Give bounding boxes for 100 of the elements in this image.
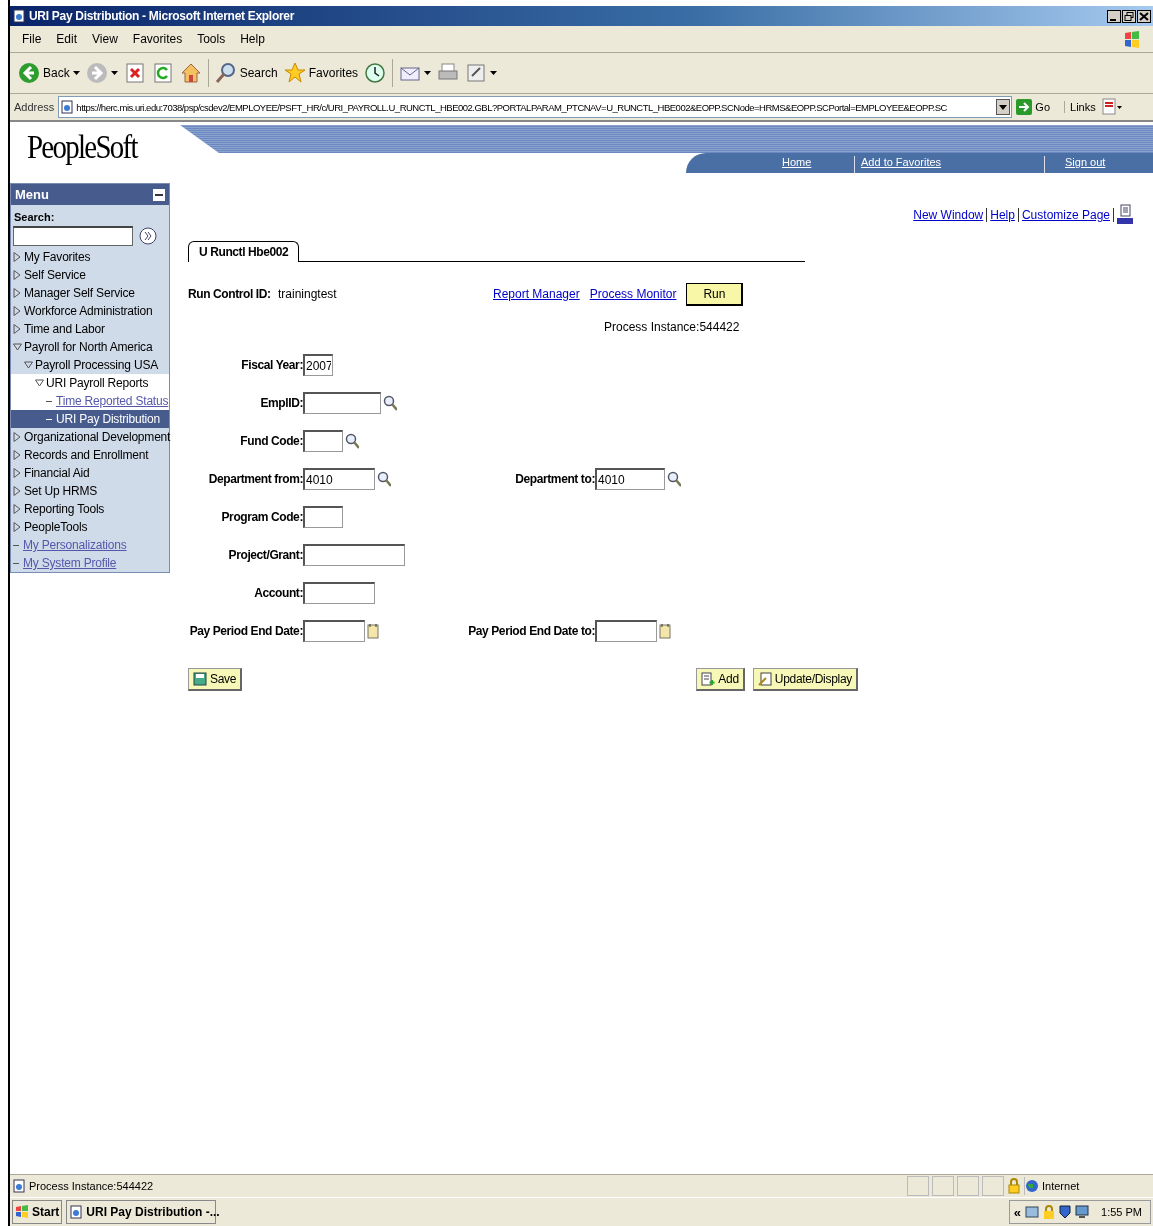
- menu-item[interactable]: Payroll for North America: [11, 338, 169, 356]
- save-button[interactable]: Save: [188, 668, 243, 691]
- windows-logo-icon[interactable]: [15, 1205, 29, 1219]
- menu-item[interactable]: View: [92, 32, 118, 46]
- search-icon[interactable]: [214, 62, 237, 84]
- collapse-icon[interactable]: [153, 188, 165, 201]
- field-label: Pay Period End Date:: [188, 624, 303, 638]
- taskbar-button[interactable]: URI Pay Distribution -...: [66, 1200, 217, 1224]
- caret-icon[interactable]: [424, 71, 432, 75]
- pencil-page-icon[interactable]: [757, 672, 772, 686]
- globe-icon[interactable]: [1025, 1179, 1039, 1193]
- calendar-icon[interactable]: [659, 623, 671, 639]
- window-title: URI Pay Distribution - Microsoft Internet Explorer: [29, 9, 296, 23]
- document-icon[interactable]: [1099, 98, 1122, 116]
- minimize-icon[interactable]: [1107, 9, 1121, 23]
- page-icon[interactable]: [12, 9, 26, 23]
- menu-item[interactable]: Reporting Tools: [11, 500, 169, 518]
- menu-item[interactable]: Workforce Administration: [11, 302, 169, 320]
- zone-label: Internet: [1024, 1177, 1151, 1195]
- go-button[interactable]: Go: [1016, 99, 1051, 115]
- menu-item[interactable]: Payroll Processing USA: [11, 356, 169, 374]
- page-link[interactable]: Help: [990, 208, 1015, 222]
- page-link[interactable]: New Window: [913, 208, 984, 222]
- toolbar-button[interactable]: Favorites: [283, 62, 359, 84]
- toolbar-button[interactable]: Back: [18, 62, 80, 84]
- menu-item[interactable]: Tools: [197, 32, 226, 46]
- dropdown-icon[interactable]: [996, 99, 1011, 115]
- search-field[interactable]: [13, 226, 133, 246]
- search-icon[interactable]: [667, 471, 681, 487]
- report-link[interactable]: Process Monitor: [589, 287, 677, 301]
- go-arrows-icon[interactable]: [139, 227, 157, 245]
- start-button[interactable]: Start: [12, 1200, 63, 1224]
- input-field[interactable]: [303, 392, 381, 414]
- add-button[interactable]: Add: [696, 668, 745, 691]
- page-link[interactable]: Customize Page: [1021, 208, 1110, 222]
- nav-link[interactable]: Home: [776, 156, 854, 173]
- menu-item[interactable]: PeopleTools: [11, 518, 169, 536]
- input-field[interactable]: [303, 620, 365, 642]
- caret-icon[interactable]: [490, 71, 498, 75]
- refresh-icon[interactable]: [151, 62, 174, 84]
- menu-item[interactable]: Set Up HRMS: [11, 482, 169, 500]
- caret-icon[interactable]: [72, 71, 80, 75]
- calendar-icon[interactable]: [367, 623, 379, 639]
- toolbar-button[interactable]: Search: [214, 62, 278, 84]
- report-link[interactable]: Report Manager: [493, 287, 580, 301]
- menu-item[interactable]: My System Profile: [11, 554, 169, 572]
- menu-item[interactable]: Manager Self Service: [11, 284, 169, 302]
- links-button[interactable]: Links: [1064, 101, 1096, 113]
- shield-icon[interactable]: [1059, 1205, 1072, 1219]
- caret-icon[interactable]: [110, 71, 118, 75]
- input-field[interactable]: [303, 506, 343, 528]
- toolbar-button[interactable]: [465, 62, 498, 84]
- input-field[interactable]: [303, 582, 375, 604]
- search-icon[interactable]: [377, 471, 391, 487]
- run-button[interactable]: Run: [686, 282, 744, 306]
- menu-item[interactable]: Organizational Development: [11, 428, 169, 446]
- back-icon[interactable]: [18, 62, 40, 84]
- field-label: Project/Grant:: [227, 548, 303, 562]
- search-icon[interactable]: [383, 395, 397, 411]
- search-icon[interactable]: [345, 433, 359, 449]
- menu-item[interactable]: Help: [240, 32, 265, 46]
- close-icon[interactable]: [1137, 9, 1151, 23]
- menu-item[interactable]: File: [22, 32, 42, 46]
- toolbar-button[interactable]: [85, 62, 118, 84]
- edit-icon[interactable]: [465, 62, 488, 84]
- input-field[interactable]: [303, 430, 343, 452]
- menu-item[interactable]: Time and Labor: [11, 320, 169, 338]
- menu-item[interactable]: Records and Enrollment: [11, 446, 169, 464]
- update-button[interactable]: Update/Display: [752, 668, 858, 691]
- address-label: Address: [14, 101, 55, 113]
- input-field[interactable]: 4010: [595, 468, 665, 490]
- history-icon[interactable]: [364, 62, 387, 84]
- restore-icon[interactable]: [1122, 9, 1136, 23]
- menu-item[interactable]: URI Payroll Reports: [11, 374, 169, 392]
- input-field[interactable]: [595, 620, 657, 642]
- menu-item[interactable]: Financial Aid: [11, 464, 169, 482]
- monitor-icon[interactable]: [1075, 1205, 1090, 1219]
- add-page-icon[interactable]: [701, 672, 716, 686]
- tab[interactable]: U Runctl Hbe002: [188, 241, 300, 262]
- status-pane: [982, 1176, 1004, 1196]
- nav-link[interactable]: Add to Favorites: [854, 156, 1044, 173]
- input-field[interactable]: [303, 544, 405, 566]
- home-icon[interactable]: [179, 62, 202, 84]
- stop-icon[interactable]: [123, 62, 146, 84]
- address-field[interactable]: https://herc.mis.uri.edu:7038/psp/csdev2/EMPLOYEE/PSFT_HR/c/URI_PAYROLL.U_RUNCTL_HBE002.GBL?PORTALPARAM_PTCNAV=U_RUNCTL_HBE002&EOPP.SCNode=HRMS&EOPP.SCPortal=EMPLOYEE&EOPP.SC: [58, 96, 1013, 118]
- menu-item[interactable]: Self Service: [11, 266, 169, 284]
- tray-toggle[interactable]: «: [1013, 1204, 1022, 1220]
- windows-logo-icon[interactable]: [1123, 30, 1141, 48]
- menu-item[interactable]: My Favorites: [11, 248, 169, 266]
- menu-item[interactable]: Time Reported Status: [11, 392, 169, 410]
- nav-link[interactable]: Sign out: [1044, 156, 1144, 173]
- input-field[interactable]: 4010: [303, 468, 375, 490]
- menu-item[interactable]: Edit: [56, 32, 78, 46]
- field-label: Department to:: [514, 472, 595, 486]
- menu-item[interactable]: Favorites: [132, 32, 183, 46]
- menu-item[interactable]: URI Pay Distribution: [11, 410, 169, 428]
- process-instance-text: Process Instance:544422: [604, 320, 741, 334]
- lock-icon[interactable]: [1007, 1178, 1021, 1194]
- arrow-icon[interactable]: [1016, 99, 1033, 115]
- menu-item[interactable]: My Personalizations: [11, 536, 169, 554]
